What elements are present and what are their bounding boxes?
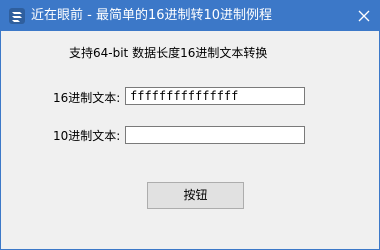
hex-text-input[interactable] xyxy=(125,87,305,105)
title-bar[interactable]: 近在眼前 - 最简单的16进制转10进制例程 xyxy=(1,1,379,31)
app-icon xyxy=(9,8,25,24)
hex-text-label: 16进制文本: xyxy=(53,91,121,105)
convert-button[interactable]: 按钮 xyxy=(147,182,244,209)
window-title: 近在眼前 - 最简单的16进制转10进制例程 xyxy=(31,8,273,23)
dec-text-label: 10进制文本: xyxy=(53,129,121,143)
description-label: 支持64-bit 数据长度16进制文本转换 xyxy=(69,46,268,60)
close-button[interactable] xyxy=(349,1,379,31)
app-window: 近在眼前 - 最简单的16进制转10进制例程 支持64-bit 数据长度16进制… xyxy=(0,0,380,250)
close-icon xyxy=(358,10,370,22)
client-area: 支持64-bit 数据长度16进制文本转换 16进制文本: 10进制文本: 按钮 xyxy=(1,31,379,249)
dec-text-input[interactable] xyxy=(125,126,305,144)
